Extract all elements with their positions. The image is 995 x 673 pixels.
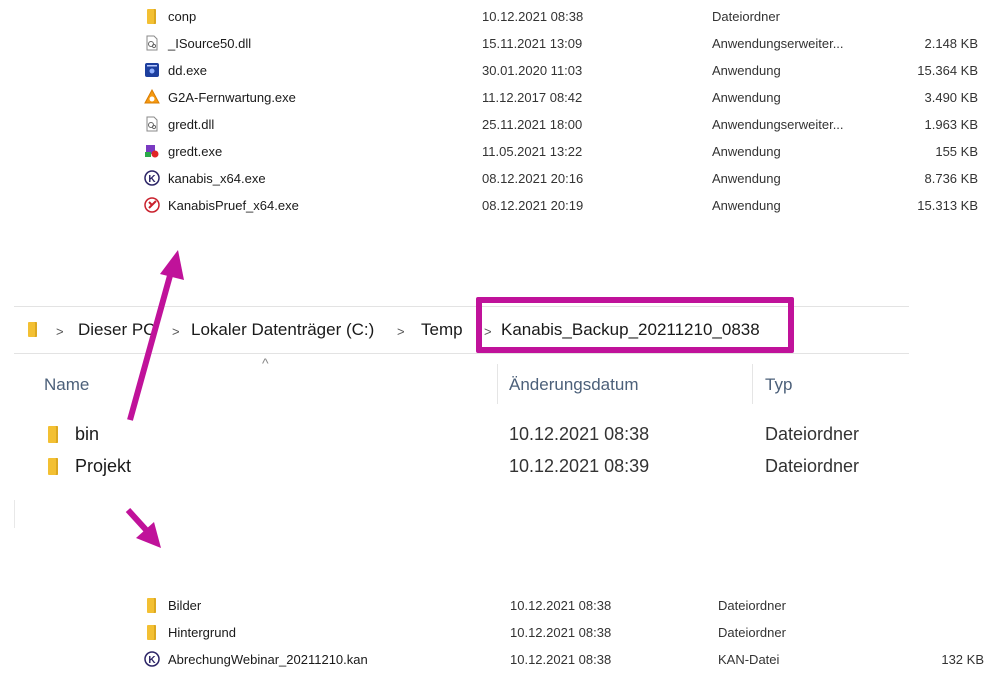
folder-icon: [147, 598, 156, 613]
svg-text:K: K: [148, 655, 156, 666]
file-row[interactable]: Hintergrund 10.12.2021 08:38 Dateiordner: [140, 619, 990, 646]
arrow-down-line: [125, 507, 151, 535]
file-name: Hintergrund: [168, 625, 236, 640]
arrow-up-head: [160, 250, 184, 280]
folder-icon: [147, 625, 156, 640]
annotation-arrows: [125, 250, 184, 548]
file-date: 10.12.2021 08:38: [510, 625, 612, 640]
file-date: 10.12.2021 08:38: [510, 598, 612, 613]
file-type: KAN-Datei: [718, 652, 780, 667]
arrow-up-line: [127, 271, 174, 421]
file-name: AbrechungWebinar_20211210.kan: [168, 652, 368, 667]
kanabis-app-icon: K: [144, 651, 160, 667]
file-row[interactable]: Bilder 10.12.2021 08:38 Dateiordner: [140, 592, 990, 619]
file-name: Bilder: [168, 598, 202, 613]
file-type: Dateiordner: [718, 598, 786, 613]
file-type: Dateiordner: [718, 625, 786, 640]
file-size: 132 KB: [941, 652, 984, 667]
file-date: 10.12.2021 08:38: [510, 652, 612, 667]
file-row[interactable]: K AbrechungWebinar_20211210.kan 10.12.20…: [140, 646, 990, 673]
